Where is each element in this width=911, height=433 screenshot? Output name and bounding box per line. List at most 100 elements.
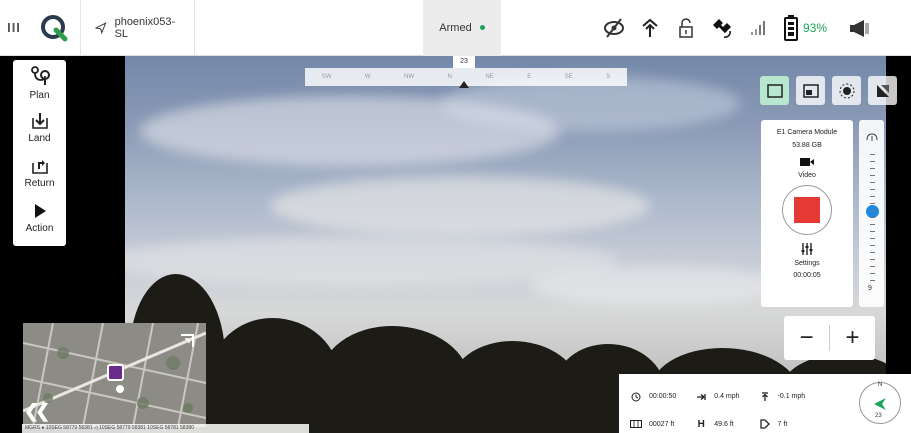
- zoom-tick: [870, 182, 875, 183]
- qgc-logo-icon[interactable]: [28, 0, 80, 56]
- zoom-tick: [870, 217, 875, 218]
- action-label: Action: [25, 223, 54, 234]
- battery-status[interactable]: 93%: [784, 14, 828, 41]
- zoom-tick: [870, 266, 875, 267]
- return-button[interactable]: Return: [13, 156, 66, 201]
- camera-view-button[interactable]: [760, 76, 789, 105]
- settings-sliders-icon[interactable]: [800, 242, 814, 256]
- vehicle-selector[interactable]: phoenix053-SL: [80, 0, 195, 56]
- collapse-map-icon[interactable]: ❮❮: [24, 401, 50, 422]
- compass-label: SW: [321, 74, 332, 80]
- compass-heading-label: 23: [875, 413, 882, 419]
- app-root: III phoenix053-SL Armed 93% Plan Land Re…: [0, 0, 911, 433]
- distance-to-home-value: 7 ft: [777, 420, 788, 428]
- zoom-tick: [870, 203, 875, 204]
- flight-time-value: 00:00:50: [649, 393, 677, 400]
- thermal-view-button[interactable]: [832, 76, 861, 105]
- mini-map[interactable]: [23, 323, 206, 427]
- zoom-buttons: − +: [784, 316, 875, 360]
- odometer-icon: [629, 420, 643, 428]
- vertical-speed-value: -0.1 mph: [777, 393, 806, 400]
- compass-label: E: [527, 74, 532, 80]
- top-toolbar: III phoenix053-SL Armed 93%: [0, 0, 911, 56]
- camera-module-name: E1 Camera Module: [776, 129, 838, 136]
- zoom-tick: [870, 245, 875, 246]
- rc-signal-icon[interactable]: [632, 0, 668, 56]
- record-button[interactable]: [782, 185, 832, 235]
- distance-to-home-icon: [758, 419, 772, 429]
- zoom-in-button[interactable]: +: [830, 316, 875, 360]
- zoom-out-button[interactable]: −: [784, 316, 829, 360]
- zoom-tick: [870, 259, 875, 260]
- zoom-tick: [870, 210, 875, 211]
- clock-icon: [629, 392, 643, 402]
- land-button[interactable]: Land: [13, 111, 66, 156]
- camera-settings-label[interactable]: Settings: [794, 260, 819, 267]
- armed-status-text: Armed: [439, 21, 472, 34]
- battery-icon: [784, 14, 798, 41]
- plan-route-icon: [30, 66, 50, 85]
- zoom-tick: [870, 161, 875, 162]
- video-camera-icon[interactable]: [799, 157, 815, 167]
- zoom-tick: [870, 231, 875, 232]
- land-icon: [31, 113, 48, 129]
- compass-north-label: N: [878, 382, 883, 388]
- return-icon: [31, 160, 48, 174]
- recording-elapsed-time: 00:00:05: [793, 272, 821, 279]
- camera-view-icon: [766, 83, 783, 98]
- armed-status-button[interactable]: Armed: [423, 0, 501, 56]
- compass-label: SE: [564, 74, 573, 80]
- signal-bars-icon[interactable]: [740, 0, 776, 56]
- zoom-level-label: 9: [868, 285, 872, 292]
- storage-remaining: 53.88 GB: [792, 142, 822, 149]
- unlocked-icon[interactable]: [668, 0, 704, 56]
- compass-label: NW: [404, 74, 415, 80]
- armed-indicator-dot: [479, 25, 485, 30]
- record-stop-icon: [794, 197, 820, 223]
- play-icon: [34, 204, 46, 218]
- zoom-tick: [870, 273, 875, 274]
- pip-view-button[interactable]: [796, 76, 825, 105]
- zoom-lens-icon: [866, 133, 878, 141]
- action-button[interactable]: Action: [13, 201, 66, 246]
- thermal-view-icon: [839, 83, 854, 98]
- zoom-tick: [870, 189, 875, 190]
- altitude-value: 49.6 ft: [714, 420, 734, 428]
- megaphone-icon[interactable]: [841, 0, 877, 56]
- distance-value: 00027 ft: [649, 420, 675, 428]
- map-coordinates-bar: MGRS ● 10SEG 58779 58381 ◁ 10SEG 58779 5…: [22, 424, 309, 433]
- return-label: Return: [24, 178, 55, 189]
- land-label: Land: [28, 133, 51, 144]
- battery-percent: 93%: [803, 20, 828, 35]
- telemetry-panel: 00:00:50 0.4 mph -0.1 mph 00027 ft H 49.…: [619, 374, 911, 433]
- zoom-tick: [870, 175, 875, 176]
- mini-compass: N 23: [859, 382, 901, 424]
- zoom-tick: [870, 196, 875, 197]
- horizontal-speed-value: 0.4 mph: [714, 393, 740, 400]
- paper-plane-icon: [95, 21, 107, 34]
- zoom-tick: [870, 154, 875, 155]
- zoom-slider-panel[interactable]: 9: [859, 120, 884, 307]
- split-view-button[interactable]: [868, 76, 897, 105]
- horizontal-speed-icon: [694, 393, 708, 401]
- gps-icon[interactable]: [704, 0, 740, 56]
- vehicle-map-marker-icon[interactable]: [107, 364, 124, 381]
- altitude-icon: H: [697, 418, 705, 430]
- heading-arrow-icon: [874, 398, 886, 410]
- compass-label: W: [364, 74, 371, 80]
- plan-button[interactable]: Plan: [13, 66, 66, 111]
- fly-tools-panel: Plan Land Return Action: [13, 60, 66, 246]
- zoom-tick: [870, 224, 875, 225]
- zoom-tick: [870, 168, 875, 169]
- zoom-slider-knob[interactable]: [866, 204, 879, 218]
- pip-view-icon: [802, 83, 819, 98]
- compass-label: S: [606, 74, 611, 80]
- plan-label: Plan: [29, 90, 50, 101]
- zoom-tick: [870, 280, 875, 281]
- no-video-icon[interactable]: [596, 0, 632, 56]
- home-map-marker-icon[interactable]: [116, 385, 124, 393]
- zoom-tick: [870, 252, 875, 253]
- menu-button[interactable]: III: [0, 0, 28, 56]
- vehicle-name: phoenix053-SL: [114, 15, 176, 40]
- heading-pointer-icon: [459, 81, 469, 88]
